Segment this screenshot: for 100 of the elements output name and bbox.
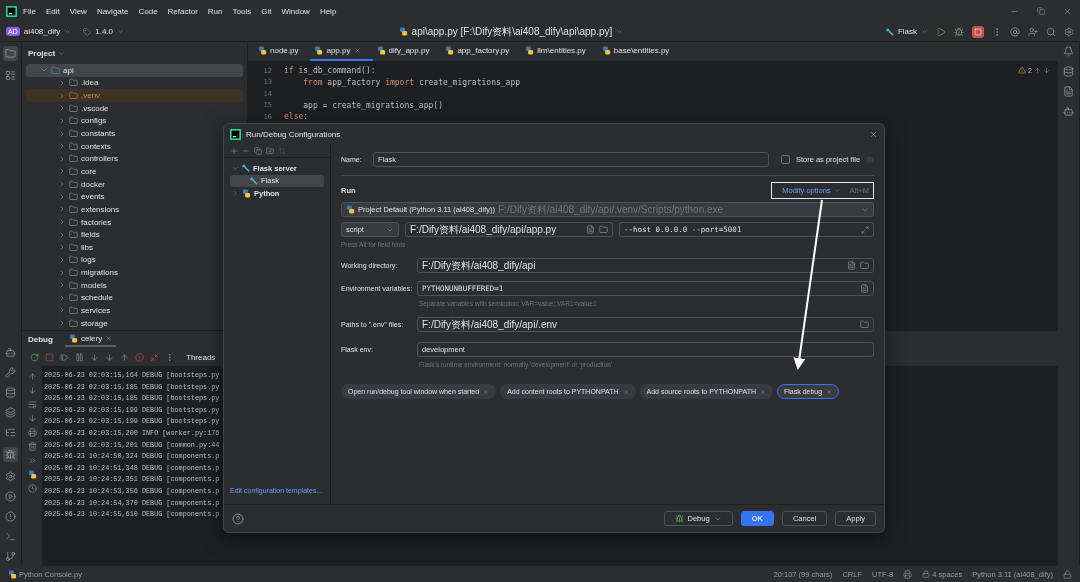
run-icon[interactable] [936, 26, 946, 37]
panel-title[interactable]: Project [28, 48, 56, 58]
editor-tab[interactable]: app_factory.py [441, 42, 522, 61]
input-field[interactable]: F:/Dify资料/ai408_dify/api [417, 258, 874, 273]
remove-icon[interactable] [622, 388, 629, 395]
editor-tab[interactable]: dify_app.py [372, 42, 442, 61]
stop-icon[interactable] [45, 352, 54, 362]
tree-item[interactable]: contexts [26, 139, 243, 153]
tree-item[interactable]: constants [26, 127, 243, 140]
more-icon[interactable] [27, 456, 37, 465]
menu-item[interactable]: Tools [228, 6, 256, 16]
menu-item[interactable]: Help [315, 6, 341, 16]
expand-icon[interactable] [861, 225, 869, 234]
script-path-field[interactable]: F:/Dify资料/ai408_dify/api/app.py [405, 222, 613, 237]
folder-icon[interactable] [860, 261, 869, 270]
step-into-icon[interactable] [90, 352, 99, 362]
tree-icon[interactable] [5, 427, 16, 438]
robot-icon[interactable] [1063, 106, 1074, 117]
bug-icon[interactable] [5, 449, 16, 460]
user-add-icon[interactable] [1028, 26, 1038, 37]
remove-icon[interactable] [483, 388, 490, 395]
add-icon[interactable] [230, 146, 238, 155]
editor-tab[interactable]: node.py [254, 42, 311, 61]
services-icon[interactable] [5, 471, 16, 482]
bug-icon[interactable] [954, 26, 964, 37]
database-icon[interactable] [1063, 66, 1074, 77]
menu-item[interactable]: Edit [41, 6, 64, 16]
tree-item[interactable]: migrations [26, 266, 243, 279]
menu-item[interactable]: File [19, 6, 40, 16]
tree-item[interactable]: logs [26, 253, 243, 267]
tree-item[interactable]: .idea [26, 76, 243, 90]
remove-icon[interactable] [760, 388, 766, 395]
close-icon[interactable] [105, 335, 113, 342]
bell-icon[interactable] [1063, 46, 1074, 57]
down-icon[interactable] [27, 386, 37, 395]
copy-icon[interactable] [254, 146, 262, 155]
close-icon[interactable] [1063, 6, 1072, 16]
input-field[interactable]: F:/Dify资料/ai408_dify/api/.env [417, 317, 874, 332]
unlock-icon[interactable] [1063, 569, 1072, 579]
tree-item[interactable]: events [26, 190, 243, 204]
step-out-icon[interactable] [120, 352, 129, 362]
scroll-end-icon[interactable] [27, 414, 37, 423]
tree-item[interactable]: schedule [26, 291, 243, 305]
robot-icon[interactable] [5, 347, 16, 358]
settings-icon[interactable] [1064, 26, 1074, 37]
tree-item[interactable]: fields [26, 228, 243, 241]
document-icon[interactable] [847, 261, 856, 270]
menu-item[interactable]: View [65, 6, 91, 16]
restore-icon[interactable] [1037, 7, 1045, 15]
layers-icon[interactable] [5, 407, 16, 418]
threads-tab[interactable]: Threads [186, 352, 216, 362]
assistant-icon[interactable] [1010, 26, 1020, 37]
tree-item[interactable]: libs [26, 240, 243, 254]
tree-item[interactable]: configs [26, 114, 243, 128]
stop-button[interactable] [972, 25, 984, 38]
close-icon[interactable] [869, 129, 878, 139]
up-icon[interactable] [27, 372, 37, 381]
tree-item[interactable]: .venv [26, 89, 243, 102]
menu-item[interactable]: Refactor [163, 6, 202, 16]
run-icon[interactable] [5, 491, 16, 502]
tree-item[interactable]: api [26, 64, 243, 77]
expand-icon[interactable] [232, 189, 239, 197]
checkbox[interactable] [781, 155, 790, 164]
tree-item[interactable]: .vscode [26, 101, 243, 115]
tree-item[interactable]: models [26, 278, 243, 292]
remove-icon[interactable] [826, 388, 833, 395]
menu-item[interactable]: Navigate [92, 6, 133, 16]
tree-item[interactable]: storage [26, 316, 243, 330]
tree-item[interactable]: factories [26, 215, 243, 229]
database-icon[interactable] [5, 387, 16, 398]
terminal-icon[interactable] [5, 531, 16, 542]
menu-item[interactable]: Window [277, 6, 314, 16]
menu-item[interactable]: Code [134, 6, 162, 16]
more-icon[interactable] [165, 352, 174, 362]
help-icon[interactable] [232, 512, 244, 525]
pause-icon[interactable] [75, 352, 84, 362]
document-icon[interactable] [586, 225, 595, 234]
wrap-icon[interactable] [27, 400, 37, 409]
document-icon[interactable] [1063, 86, 1074, 97]
editor-tab[interactable]: base\entities.py [597, 42, 682, 61]
folder-icon[interactable] [599, 225, 608, 234]
git-icon[interactable] [5, 551, 16, 562]
tree-item[interactable]: controllers [26, 152, 243, 166]
document-icon[interactable] [860, 284, 869, 293]
folder-icon[interactable] [5, 48, 16, 59]
print-icon[interactable] [27, 428, 37, 437]
expand-icon[interactable] [232, 164, 239, 172]
resume-icon[interactable] [60, 352, 69, 362]
menu-item[interactable]: Git [257, 6, 276, 16]
run-config-selector[interactable]: Flask [885, 27, 928, 36]
printer-icon[interactable] [903, 569, 913, 579]
menu-item[interactable]: Run [203, 6, 227, 16]
breakpoints-icon[interactable] [135, 352, 144, 362]
editor-tab[interactable]: llm\entities.py [521, 42, 598, 61]
sort-icon[interactable] [278, 146, 286, 155]
tree-item[interactable]: extensions [26, 203, 243, 216]
debug-tab[interactable]: celery [64, 332, 117, 347]
branch-switcher[interactable]: 1.4.0 [83, 27, 124, 36]
rerun-icon[interactable] [30, 352, 39, 362]
folder-icon[interactable] [860, 320, 869, 329]
